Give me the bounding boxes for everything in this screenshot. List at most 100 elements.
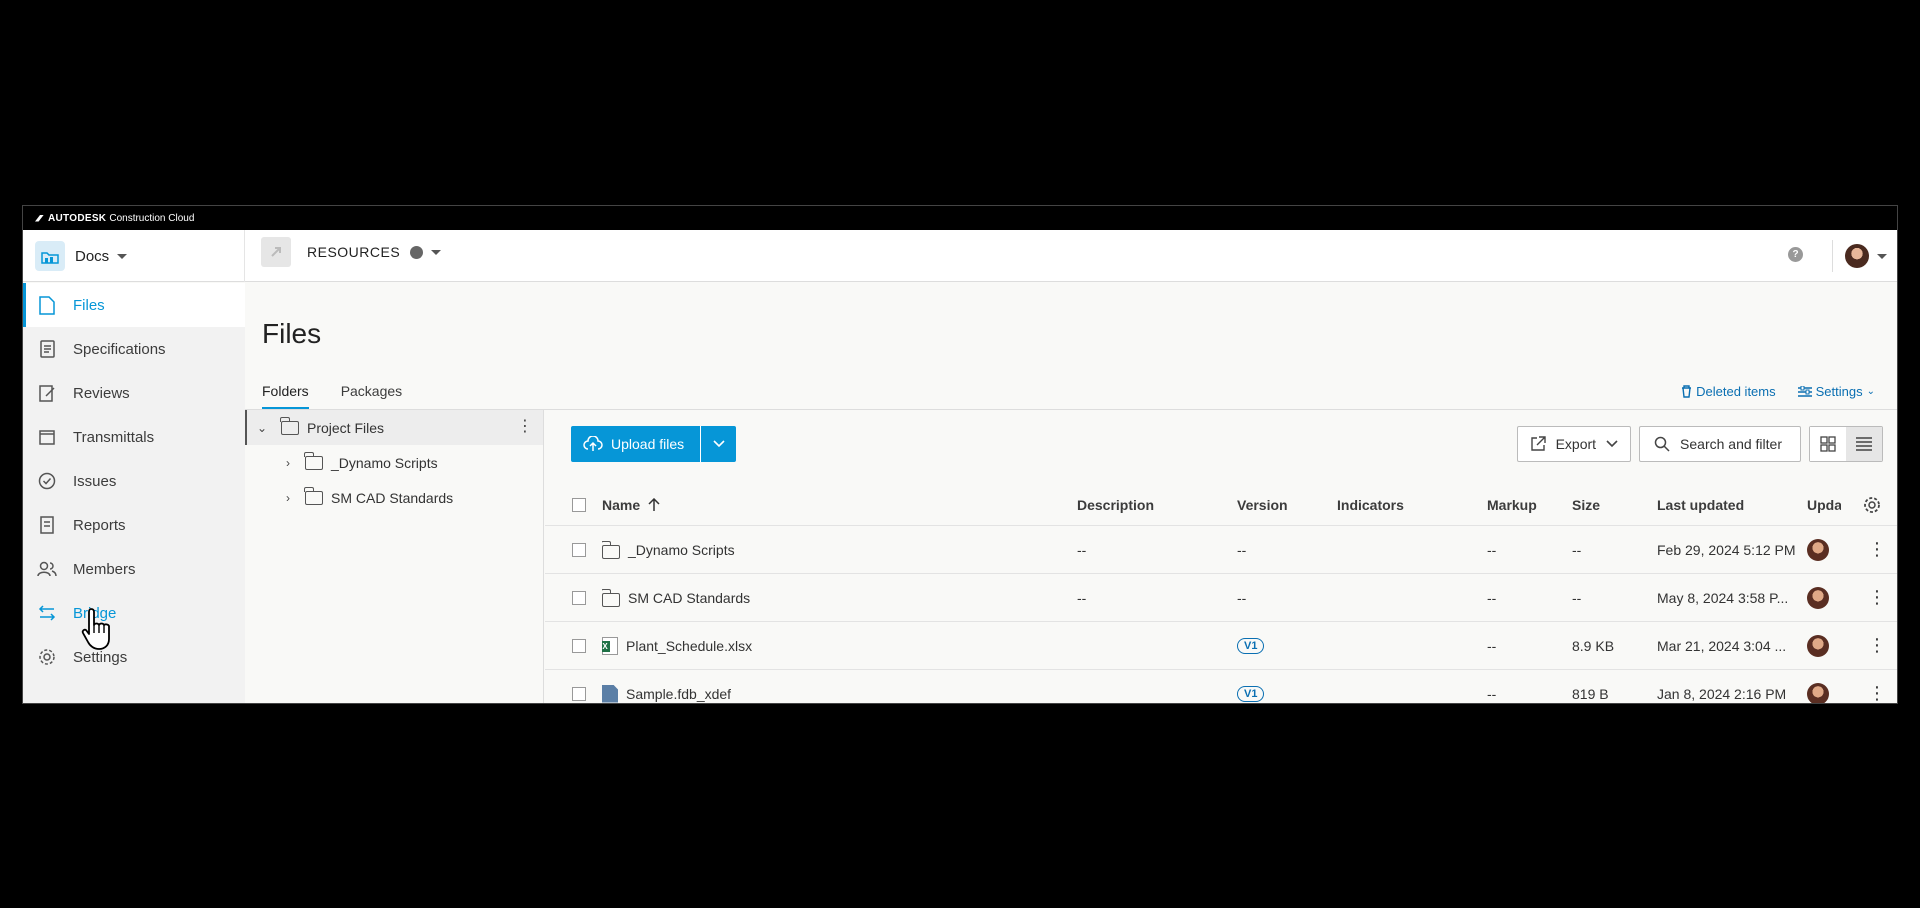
description-cell: -- xyxy=(1077,541,1087,558)
chevron-right-icon[interactable]: › xyxy=(279,456,297,470)
row-checkbox[interactable] xyxy=(572,622,586,669)
list-view-button[interactable] xyxy=(1846,427,1882,461)
row-checkbox[interactable] xyxy=(572,526,586,573)
folder-tree: ⌄ Project Files ⋮ › _Dynamo Scripts › SM… xyxy=(245,410,544,703)
help-icon[interactable]: ? xyxy=(1788,247,1803,262)
page-actions: Deleted items Settings ⌄ xyxy=(1681,384,1875,399)
tree-item-dynamo-scripts[interactable]: › _Dynamo Scripts xyxy=(245,445,543,480)
size-cell: 8.9 KB xyxy=(1572,637,1615,654)
more-options-icon[interactable]: ⋮ xyxy=(1868,622,1886,669)
markup-cell: -- xyxy=(1487,541,1497,558)
file-name-cell[interactable]: Sample.fdb_xdef xyxy=(602,670,731,703)
upload-files-button[interactable]: Upload files xyxy=(571,426,701,462)
deleted-items-label: Deleted items xyxy=(1696,384,1776,399)
sidebar-item-files[interactable]: Files xyxy=(23,283,245,327)
table-row[interactable]: _Dynamo Scripts -- -- -- -- Feb 29, 2024… xyxy=(545,526,1897,574)
more-options-icon[interactable]: ⋮ xyxy=(517,419,533,435)
tab-folders[interactable]: Folders xyxy=(262,383,309,409)
column-header-size[interactable]: Size xyxy=(1572,484,1600,525)
sidebar-item-settings[interactable]: Settings xyxy=(23,635,245,679)
tree-item-sm-cad-standards[interactable]: › SM CAD Standards xyxy=(245,480,543,515)
app-window: AUTODESK Construction Cloud Docs RESOURC… xyxy=(22,205,1898,704)
sidebar-item-label: Transmittals xyxy=(73,428,155,446)
export-button[interactable]: Export xyxy=(1516,426,1632,462)
sidebar-item-bridge[interactable]: Bridge xyxy=(23,591,245,635)
column-header-description[interactable]: Description xyxy=(1077,484,1154,525)
version-badge[interactable]: V1 xyxy=(1237,637,1265,654)
markup-cell: -- xyxy=(1487,637,1497,654)
tree-item-project-files[interactable]: ⌄ Project Files ⋮ xyxy=(245,410,543,445)
settings-label: Settings xyxy=(1815,384,1863,399)
docs-module-icon xyxy=(35,241,65,271)
chevron-down-icon[interactable]: ⌄ xyxy=(253,421,271,435)
file-name-cell[interactable]: SM CAD Standards xyxy=(602,574,750,621)
tab-packages[interactable]: Packages xyxy=(341,383,402,409)
column-header-version[interactable]: Version xyxy=(1237,484,1288,525)
column-header-indicators[interactable]: Indicators xyxy=(1337,484,1404,525)
table-row[interactable]: Plant_Schedule.xlsx V1 -- 8.9 KB Mar 21,… xyxy=(545,622,1897,670)
sliders-icon xyxy=(1797,385,1812,397)
search-and-filter-button[interactable]: Search and filter xyxy=(1639,426,1801,462)
last-updated-cell: Mar 21, 2024 3:04 ... xyxy=(1657,637,1787,654)
more-options-icon[interactable]: ⋮ xyxy=(1868,574,1886,621)
version-badge[interactable]: V1 xyxy=(1237,685,1265,702)
file-name: Plant_Schedule.xlsx xyxy=(626,637,753,654)
sidebar-item-reviews[interactable]: Reviews xyxy=(23,371,245,415)
more-options-icon[interactable]: ⋮ xyxy=(1868,670,1886,703)
brand-name: AUTODESK xyxy=(48,212,107,224)
version-cell[interactable]: V1 xyxy=(1237,622,1265,669)
table-row[interactable]: SM CAD Standards -- -- -- -- May 8, 2024… xyxy=(545,574,1897,622)
version-cell[interactable]: V1 xyxy=(1237,670,1265,703)
sidebar-item-specifications[interactable]: Specifications xyxy=(23,327,245,371)
autodesk-logo-icon xyxy=(35,214,44,222)
document-file-icon xyxy=(602,684,618,703)
sidebar-item-reports[interactable]: Reports xyxy=(23,503,245,547)
last-updated-cell: Jan 8, 2024 2:16 PM xyxy=(1657,685,1787,702)
file-table: Name Description Version Indicators Mark… xyxy=(545,484,1897,703)
view-toggle xyxy=(1809,426,1883,462)
column-header-updated-by[interactable]: Upda xyxy=(1807,484,1841,525)
brand-bar: AUTODESK Construction Cloud xyxy=(23,206,1897,230)
settings-link[interactable]: Settings ⌄ xyxy=(1797,384,1875,399)
module-label: Docs xyxy=(75,247,110,265)
column-settings-gear-icon[interactable] xyxy=(1863,484,1881,525)
user-menu[interactable] xyxy=(1832,240,1887,272)
module-switcher[interactable]: Docs xyxy=(23,230,245,282)
issues-icon xyxy=(37,471,57,491)
column-header-last-updated[interactable]: Last updated xyxy=(1657,484,1744,525)
sidebar-item-label: Settings xyxy=(73,648,128,666)
file-name-cell[interactable]: Plant_Schedule.xlsx xyxy=(602,622,752,669)
reports-icon xyxy=(37,515,57,535)
sidebar-item-members[interactable]: Members xyxy=(23,547,245,591)
chevron-right-icon[interactable]: › xyxy=(279,491,297,505)
transmittals-icon xyxy=(37,427,57,447)
sidebar-item-label: Reports xyxy=(73,516,126,534)
avatar xyxy=(1845,244,1869,268)
upload-options-dropdown[interactable] xyxy=(700,426,737,462)
select-all-checkbox[interactable] xyxy=(572,484,586,525)
sidebar-item-label: Files xyxy=(73,296,105,314)
sidebar-item-issues[interactable]: Issues xyxy=(23,459,245,503)
avatar xyxy=(1807,574,1829,621)
column-header-markup[interactable]: Markup xyxy=(1487,484,1537,525)
deleted-items-link[interactable]: Deleted items xyxy=(1681,384,1776,399)
export-icon xyxy=(1530,436,1546,451)
file-icon xyxy=(37,295,57,315)
search-icon xyxy=(1654,436,1670,452)
specifications-icon xyxy=(37,339,57,359)
hand-pointer-cursor-icon xyxy=(81,608,110,650)
file-name-cell[interactable]: _Dynamo Scripts xyxy=(602,526,735,573)
file-toolbar: Upload files Export Search and filter xyxy=(571,426,1883,462)
file-name: SM CAD Standards xyxy=(628,589,751,606)
column-header-name[interactable]: Name xyxy=(602,484,660,525)
grid-view-button[interactable] xyxy=(1810,427,1846,461)
more-options-icon[interactable]: ⋮ xyxy=(1868,526,1886,573)
app-header: Docs RESOURCES ? xyxy=(23,230,1897,282)
row-checkbox[interactable] xyxy=(572,574,586,621)
project-selector[interactable]: RESOURCES xyxy=(261,237,442,267)
gear-icon xyxy=(37,647,57,667)
row-checkbox[interactable] xyxy=(572,670,586,703)
table-row[interactable]: Sample.fdb_xdef V1 -- 819 B Jan 8, 2024 … xyxy=(545,670,1897,703)
bridge-icon xyxy=(37,603,57,623)
sidebar-item-transmittals[interactable]: Transmittals xyxy=(23,415,245,459)
